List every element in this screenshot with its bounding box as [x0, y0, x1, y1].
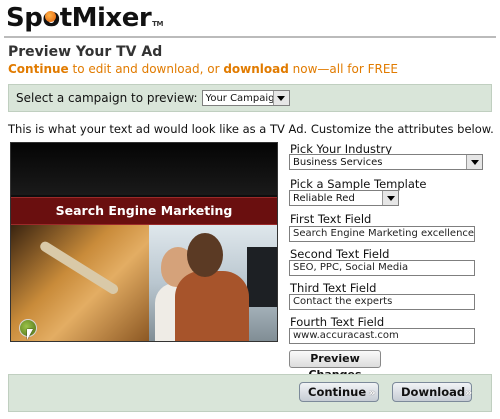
page-subtitle: Continue to edit and download, or downlo…	[8, 62, 398, 76]
subtitle-text: to edit and download, or	[68, 62, 224, 76]
continue-button[interactable]: Continue »	[299, 382, 379, 402]
download-button[interactable]: Download »	[392, 382, 472, 402]
logo-o-icon: o	[42, 2, 60, 34]
campaign-label: Select a campaign to preview:	[16, 91, 198, 105]
third-text-field[interactable]: Contact the experts	[289, 294, 475, 310]
trademark: TM	[152, 20, 163, 28]
template-select[interactable]: Reliable Red	[289, 190, 399, 206]
person-figure	[187, 233, 223, 277]
monitor-shape	[247, 247, 277, 307]
template-select-value: Reliable Red	[293, 192, 355, 204]
subtitle-text-end: now—all for FREE	[288, 62, 398, 76]
logo-text-part: Sp	[6, 3, 43, 33]
fourth-text-field-label: Fourth Text Field	[290, 315, 385, 329]
third-text-field-label: Third Text Field	[290, 281, 377, 295]
preview-changes-button[interactable]: Preview Changes	[289, 350, 381, 381]
continue-button-label: Continue	[308, 385, 367, 399]
double-chevron-right-icon: »	[465, 385, 473, 399]
person-figure	[175, 271, 249, 341]
cursor-icon	[27, 329, 33, 340]
logo-text-part: tMixer	[59, 3, 152, 33]
double-chevron-right-icon: »	[368, 385, 376, 399]
first-text-field[interactable]: Search Engine Marketing excellence from …	[289, 226, 475, 242]
spotmixer-logo: SpotMixerTM	[6, 2, 163, 34]
download-button-label: Download	[401, 385, 466, 399]
description-text: This is what your text ad would look lik…	[8, 122, 494, 136]
continue-link[interactable]: Continue	[8, 62, 69, 76]
header-divider	[4, 36, 496, 38]
first-text-field-label: First Text Field	[290, 212, 372, 226]
industry-select[interactable]: Business Services	[289, 154, 483, 170]
fourth-text-field[interactable]: www.accuracast.com	[289, 328, 475, 344]
campaign-select[interactable]: Your Campaign	[201, 90, 290, 106]
campaign-select-value: Your Campaign	[205, 92, 273, 104]
second-text-field[interactable]: SEO, PPC, Social Media	[289, 260, 475, 276]
tv-ad-preview[interactable]: Search Engine Marketing	[10, 142, 278, 342]
logo-text: SpotMixerTM	[6, 2, 163, 34]
page-title: Preview Your TV Ad	[8, 44, 163, 60]
campaign-selector-bar: Select a campaign to preview: Your Campa…	[8, 84, 492, 112]
chevron-down-icon[interactable]	[382, 191, 398, 205]
chevron-down-icon[interactable]	[272, 91, 289, 105]
second-text-field-label: Second Text Field	[290, 247, 390, 261]
video-top-area	[11, 143, 277, 195]
logo-o-letter: o	[42, 3, 60, 33]
ad-banner-text: Search Engine Marketing	[11, 197, 277, 225]
template-label: Pick a Sample Template	[290, 177, 427, 191]
download-link[interactable]: download	[223, 62, 289, 76]
industry-select-value: Business Services	[293, 156, 383, 168]
chevron-down-icon[interactable]	[466, 155, 482, 169]
